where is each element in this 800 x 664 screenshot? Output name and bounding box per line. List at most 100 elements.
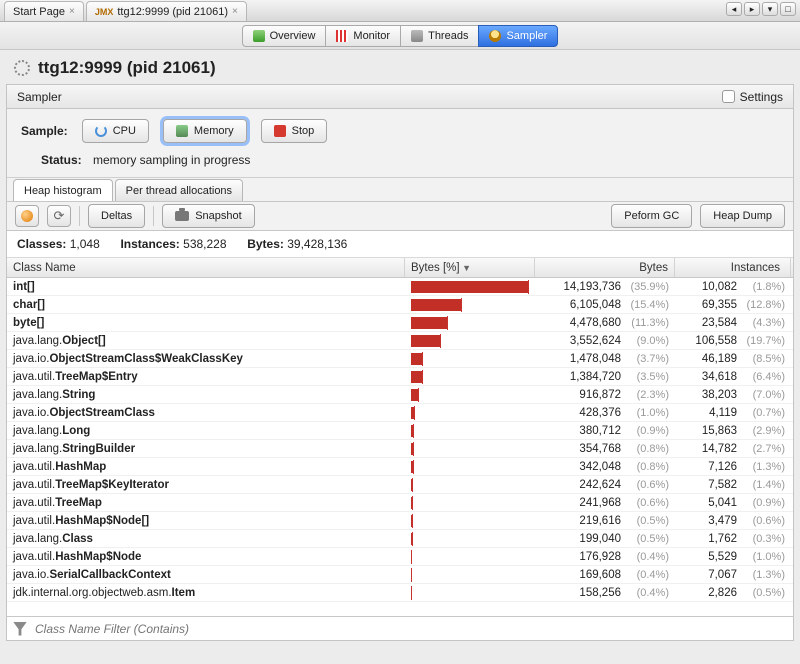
memory-button[interactable]: Memory — [163, 119, 247, 143]
label: Stop — [292, 125, 315, 137]
class-name-filter-input[interactable] — [33, 621, 787, 637]
table-row[interactable]: java.lang.Object[]3,552,624(9.0%)106,558… — [7, 332, 793, 350]
tab-per-thread-alloc[interactable]: Per thread allocations — [115, 179, 243, 201]
heap-dump-button[interactable]: Heap Dump — [700, 204, 785, 228]
tab-start-page[interactable]: Start Page × — [4, 1, 84, 21]
jmx-icon: JMX — [95, 2, 114, 22]
title-row: ttg12:9999 (pid 21061) — [0, 50, 800, 84]
cell-bytes-bar — [405, 298, 535, 312]
table-row[interactable]: char[]6,105,048(15.4%)69,355(12.8%) — [7, 296, 793, 314]
cpu-icon — [95, 125, 107, 137]
menu-button[interactable]: ▾ — [762, 2, 778, 16]
maximize-button[interactable]: □ — [780, 2, 796, 16]
cell-bytes-bar — [405, 478, 535, 492]
cpu-button[interactable]: CPU — [82, 119, 149, 143]
panel-title: Sampler — [17, 90, 62, 104]
camera-icon — [175, 211, 189, 221]
cell-bytes-bar — [405, 352, 535, 366]
label: Settings — [740, 90, 783, 104]
snapshot-button[interactable]: Snapshot — [162, 204, 254, 228]
table-body: int[]14,193,736(35.9%)10,082(1.8%)char[]… — [7, 278, 793, 602]
deltas-button[interactable]: Deltas — [88, 204, 145, 228]
table-row[interactable]: java.util.TreeMap$Entry1,384,720(3.5%)34… — [7, 368, 793, 386]
cell-instances: 14,782(2.7%) — [675, 443, 791, 455]
classes-value: 1,048 — [70, 237, 100, 251]
cell-bytes: 3,552,624(9.0%) — [535, 335, 675, 347]
tab-main[interactable]: JMX ttg12:9999 (pid 21061) × — [86, 1, 247, 21]
status-row: Status: memory sampling in progress — [7, 149, 793, 177]
memory-icon — [176, 125, 188, 137]
cell-instances: 69,355(12.8%) — [675, 299, 791, 311]
classes-label: Classes: — [17, 237, 66, 251]
cell-class-name: java.lang.StringBuilder — [7, 443, 405, 455]
label: Monitor — [353, 30, 390, 42]
status-label: Status: — [41, 153, 82, 167]
refresh-button[interactable]: ⟳ — [47, 205, 71, 227]
table-row[interactable]: java.util.TreeMap$KeyIterator 242,624(0.6… — [7, 476, 793, 494]
cell-class-name: byte[] — [7, 317, 405, 329]
col-bytes-pct[interactable]: Bytes [%] — [405, 258, 535, 277]
cell-bytes: 14,193,736(35.9%) — [535, 281, 675, 293]
close-icon[interactable]: × — [232, 2, 238, 22]
label: Sampler — [506, 30, 547, 42]
table-row[interactable]: java.lang.String916,872(2.3%)38,203(7.0%… — [7, 386, 793, 404]
col-bytes[interactable]: Bytes — [535, 258, 675, 277]
label: Snapshot — [195, 210, 241, 222]
table-row[interactable]: java.lang.Long380,712(0.9%)15,863(2.9%) — [7, 422, 793, 440]
table-row[interactable]: java.util.HashMap342,048(0.8%)7,126(1.3%… — [7, 458, 793, 476]
panel-header: Sampler Settings — [7, 85, 793, 109]
prev-button[interactable]: ◂ — [726, 2, 742, 16]
cell-bytes-bar — [405, 460, 535, 474]
view-monitor[interactable]: Monitor — [325, 25, 401, 47]
cell-class-name: int[] — [7, 281, 405, 293]
tab-heap-histogram[interactable]: Heap histogram — [13, 179, 113, 201]
cell-bytes: 241,968(0.6%) — [535, 497, 675, 509]
stop-icon — [274, 125, 286, 137]
instances-label: Instances: — [120, 237, 179, 251]
stop-button[interactable]: Stop — [261, 119, 328, 143]
cell-class-name: java.util.TreeMap$KeyIterator — [7, 479, 405, 491]
settings-toggle[interactable]: Settings — [722, 90, 783, 104]
table-row[interactable]: java.util.HashMap$Node[]219,616(0.5%)3,4… — [7, 512, 793, 530]
cell-class-name: java.lang.Long — [7, 425, 405, 437]
cell-bytes: 342,048(0.8%) — [535, 461, 675, 473]
pause-button[interactable] — [15, 205, 39, 227]
table-row[interactable]: java.lang.StringBuilder354,768(0.8%)14,7… — [7, 440, 793, 458]
cell-bytes: 158,256(0.4%) — [535, 587, 675, 599]
perform-gc-button[interactable]: Peform GC — [611, 204, 692, 228]
table-row[interactable]: int[]14,193,736(35.9%)10,082(1.8%) — [7, 278, 793, 296]
cell-instances: 5,041(0.9%) — [675, 497, 791, 509]
bytes-label: Bytes: — [247, 237, 284, 251]
table-row[interactable]: java.io.ObjectStreamClass$WeakClassKey1,… — [7, 350, 793, 368]
table-row[interactable]: java.util.TreeMap241,968(0.6%)5,041(0.9%… — [7, 494, 793, 512]
cell-bytes: 4,478,680(11.3%) — [535, 317, 675, 329]
close-icon[interactable]: × — [69, 2, 75, 22]
cell-bytes: 242,624(0.6%) — [535, 479, 675, 491]
view-sampler[interactable]: Sampler — [478, 25, 558, 47]
next-button[interactable]: ▸ — [744, 2, 760, 16]
cell-bytes: 199,040(0.5%) — [535, 533, 675, 545]
table-row[interactable]: byte[]4,478,680(11.3%)23,584(4.3%) — [7, 314, 793, 332]
table-row[interactable]: java.io.SerialCallbackContext169,608(0.4… — [7, 566, 793, 584]
cell-bytes: 6,105,048(15.4%) — [535, 299, 675, 311]
view-overview[interactable]: Overview — [242, 25, 327, 47]
cell-instances: 3,479(0.6%) — [675, 515, 791, 527]
cell-class-name: jdk.internal.org.objectweb.asm.Item — [7, 587, 405, 599]
table-row[interactable]: java.util.HashMap$Node176,928(0.4%)5,529… — [7, 548, 793, 566]
cell-class-name: java.lang.String — [7, 389, 405, 401]
col-class-name[interactable]: Class Name — [7, 258, 405, 277]
table-row[interactable]: java.lang.Class199,040(0.5%)1,762(0.3%) — [7, 530, 793, 548]
summary-line: Classes: 1,048 Instances: 538,228 Bytes:… — [7, 231, 793, 258]
table-row[interactable]: jdk.internal.org.objectweb.asm.Item 158,2… — [7, 584, 793, 602]
cell-instances: 7,126(1.3%) — [675, 461, 791, 473]
threads-icon — [411, 30, 423, 42]
cell-bytes: 1,384,720(3.5%) — [535, 371, 675, 383]
cell-instances: 15,863(2.9%) — [675, 425, 791, 437]
cell-bytes-bar — [405, 388, 535, 402]
cell-class-name: java.util.TreeMap$Entry — [7, 371, 405, 383]
table-row[interactable]: java.io.ObjectStreamClass428,376(1.0%)4,… — [7, 404, 793, 422]
view-threads[interactable]: Threads — [400, 25, 479, 47]
col-instances[interactable]: Instances — [675, 258, 791, 277]
cell-bytes: 1,478,048(3.7%) — [535, 353, 675, 365]
sample-actions: Sample: CPU Memory Stop — [7, 109, 793, 149]
